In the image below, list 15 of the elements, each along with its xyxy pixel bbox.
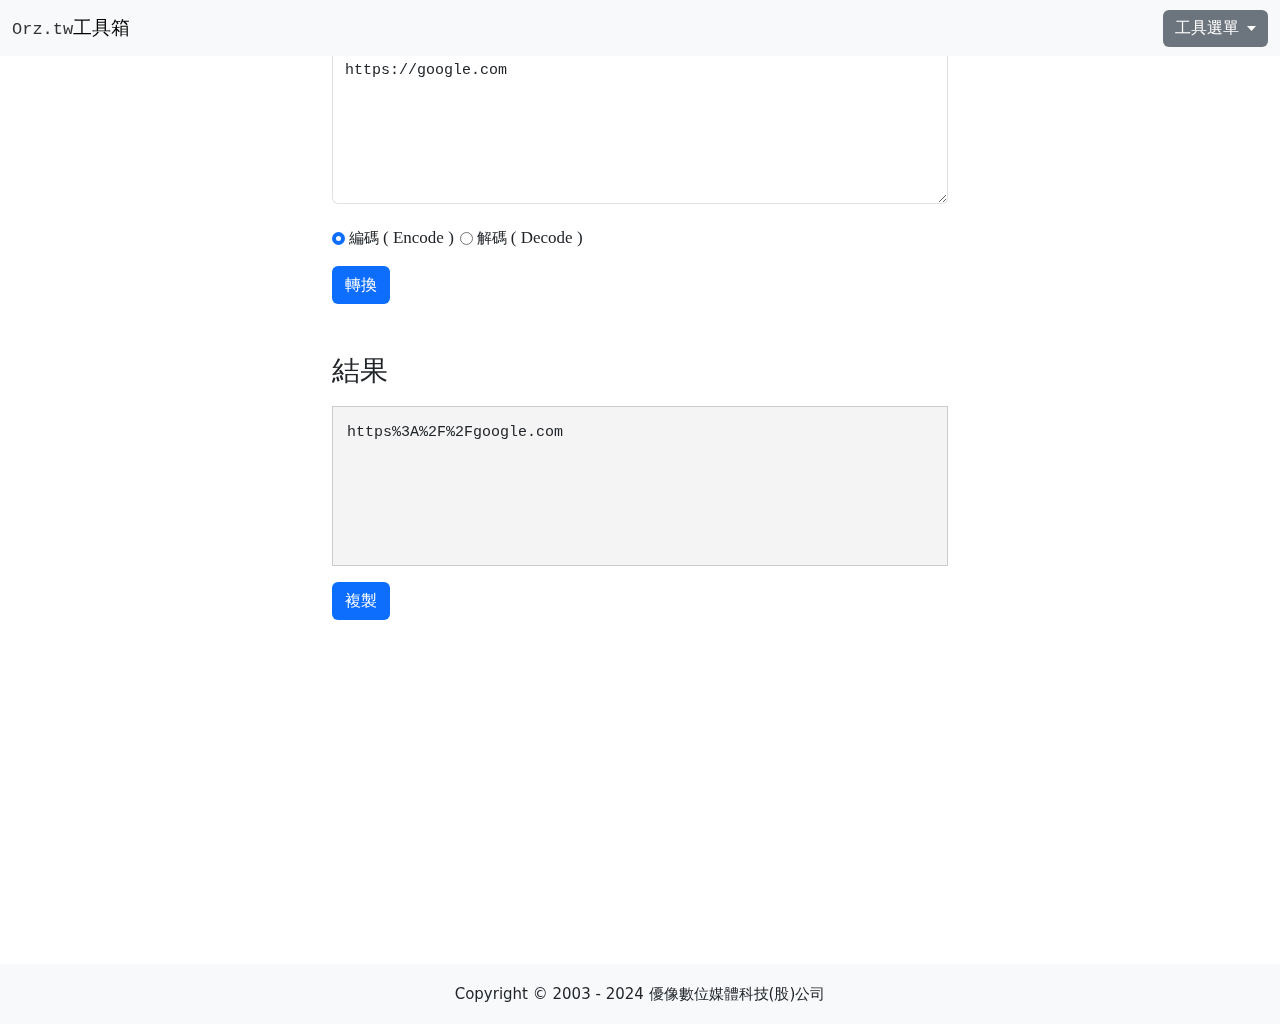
input-field[interactable]: https://google.com xyxy=(332,56,948,204)
radio-label-suffix: ( Decode ) xyxy=(510,228,583,248)
tools-menu-button[interactable]: 工具選單 xyxy=(1163,9,1268,47)
result-heading: 結果 xyxy=(332,353,389,389)
radio-button[interactable] xyxy=(459,231,473,245)
footer-copyright: Copyright © 2003 - 2024 優像數位媒體科技(股)公司 xyxy=(454,984,826,1004)
radio-label: 編碼 xyxy=(349,228,379,248)
radio-label-suffix: ( Encode ) xyxy=(383,228,454,248)
result-field: https%3A%2F%2Fgoogle.com xyxy=(332,406,948,566)
caret-icon xyxy=(1247,25,1256,31)
copy-button[interactable]: 複製 xyxy=(332,582,390,620)
convert-button[interactable]: 轉換 xyxy=(332,266,390,304)
brand-link[interactable]: Orz.tw工具箱 xyxy=(12,15,131,41)
radio-button[interactable] xyxy=(332,231,345,245)
radio-label: 解碼 xyxy=(476,228,507,248)
